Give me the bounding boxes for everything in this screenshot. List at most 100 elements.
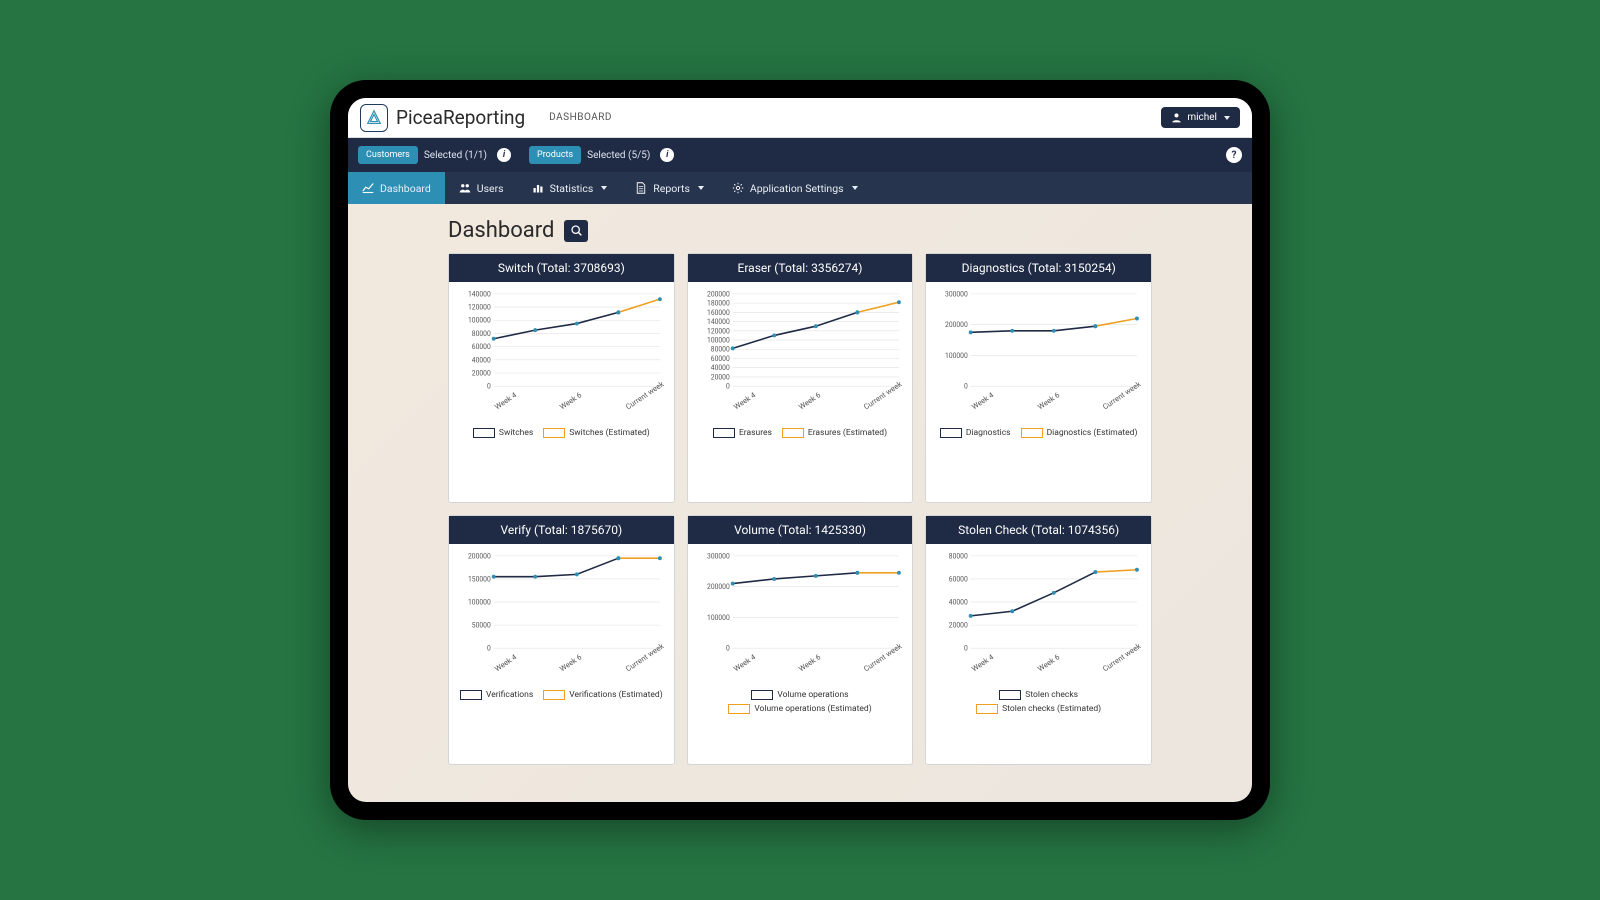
legend-item[interactable]: Erasures: [713, 428, 772, 438]
svg-text:100000: 100000: [468, 317, 491, 325]
card-title: Diagnostics (Total: 3150254): [926, 254, 1151, 282]
screen: PiceaReporting DASHBOARD michel Customer…: [348, 98, 1252, 802]
nav-label: Dashboard: [380, 182, 431, 195]
chart-legend: Volume operations Volume operations (Esti…: [694, 686, 907, 722]
svg-text:200000: 200000: [707, 290, 730, 298]
legend-label: Volume operations: [777, 690, 848, 700]
nav-label: Users: [477, 182, 504, 195]
chart-plot: 0200004000060000800001000001200001400001…: [694, 288, 907, 396]
svg-text:40000: 40000: [949, 598, 968, 606]
legend-label: Diagnostics (Estimated): [1047, 428, 1138, 438]
card-body: 0100000200000300000 Week 4 Week 6 Curren…: [926, 282, 1151, 502]
legend-item[interactable]: Diagnostics: [940, 428, 1011, 438]
chart-card: Stolen Check (Total: 1074356) 0200004000…: [925, 515, 1152, 765]
chart-legend: Erasures Erasures (Estimated): [694, 424, 907, 446]
chevron-down-icon: [1224, 116, 1230, 120]
card-title: Switch (Total: 3708693): [449, 254, 674, 282]
svg-text:300000: 300000: [707, 552, 730, 560]
legend-swatch: [460, 690, 482, 700]
legend-label: Switches (Estimated): [569, 428, 650, 438]
app-header: PiceaReporting DASHBOARD michel: [348, 98, 1252, 138]
chart-legend: Switches Switches (Estimated): [455, 424, 668, 446]
nav-app-settings[interactable]: Application Settings: [718, 172, 872, 204]
svg-text:20000: 20000: [472, 369, 491, 377]
dashboard-grid: Switch (Total: 3708693) 0 20000 40000 60000…: [448, 253, 1152, 765]
legend-label: Verifications: [486, 690, 533, 700]
chart-plot: 050000100000150000200000: [455, 550, 668, 658]
x-axis: Week 4 Week 6 Current week: [455, 658, 668, 686]
legend-item[interactable]: Switches (Estimated): [543, 428, 650, 438]
svg-text:0: 0: [487, 645, 491, 653]
info-icon[interactable]: i: [660, 148, 674, 162]
users-icon: [459, 182, 471, 194]
svg-text:80000: 80000: [710, 346, 729, 354]
chart-card: Verify (Total: 1875670) 0500001000001500…: [448, 515, 675, 765]
svg-text:60000: 60000: [949, 575, 968, 583]
svg-text:0: 0: [487, 383, 491, 391]
card-title: Stolen Check (Total: 1074356): [926, 516, 1151, 544]
app-logo: [360, 104, 388, 132]
svg-text:180000: 180000: [707, 300, 730, 308]
legend-label: Diagnostics: [966, 428, 1011, 438]
chart-plot: 020000400006000080000: [932, 550, 1145, 658]
svg-text:120000: 120000: [468, 303, 491, 311]
logo-icon: [365, 109, 383, 127]
svg-text:120000: 120000: [707, 327, 730, 335]
svg-text:80000: 80000: [949, 552, 968, 560]
legend-swatch: [1021, 428, 1043, 438]
products-chip[interactable]: Products: [529, 146, 581, 164]
legend-item[interactable]: Verifications: [460, 690, 533, 700]
chevron-down-icon: [601, 186, 607, 190]
document-icon: [635, 182, 647, 194]
main-nav: Dashboard Users Statistics Reports Appli…: [348, 172, 1252, 204]
chart-legend: Stolen checks Stolen checks (Estimated): [932, 686, 1145, 722]
chevron-down-icon: [852, 186, 858, 190]
user-name: michel: [1187, 112, 1217, 123]
chart-card: Volume (Total: 1425330) 0100000200000300…: [687, 515, 914, 765]
legend-item[interactable]: Verifications (Estimated): [543, 690, 662, 700]
nav-reports[interactable]: Reports: [621, 172, 718, 204]
info-icon[interactable]: i: [497, 148, 511, 162]
legend-item[interactable]: Stolen checks (Estimated): [976, 704, 1101, 714]
legend-item[interactable]: Diagnostics (Estimated): [1021, 428, 1138, 438]
legend-swatch: [713, 428, 735, 438]
svg-text:100000: 100000: [468, 598, 491, 606]
user-menu[interactable]: michel: [1161, 107, 1240, 128]
chart-plot: 020000400006000080000100000120000140000: [455, 288, 668, 396]
chart-legend: Diagnostics Diagnostics (Estimated): [932, 424, 1145, 446]
legend-item[interactable]: Volume operations (Estimated): [728, 704, 871, 714]
legend-item[interactable]: Stolen checks: [999, 690, 1078, 700]
chart-plot: 0100000200000300000: [932, 288, 1145, 396]
nav-dashboard[interactable]: Dashboard: [348, 172, 445, 204]
legend-swatch: [543, 690, 565, 700]
search-button[interactable]: [564, 220, 588, 242]
legend-swatch: [473, 428, 495, 438]
legend-label: Volume operations (Estimated): [754, 704, 871, 714]
card-title: Verify (Total: 1875670): [449, 516, 674, 544]
svg-text:0: 0: [726, 383, 730, 391]
svg-text:0: 0: [964, 645, 968, 653]
legend-swatch: [543, 428, 565, 438]
legend-item[interactable]: Erasures (Estimated): [782, 428, 887, 438]
chart-card: Diagnostics (Total: 3150254) 01000002000…: [925, 253, 1152, 503]
chart-plot: 0100000200000300000: [694, 550, 907, 658]
svg-text:300000: 300000: [945, 290, 968, 298]
customers-chip[interactable]: Customers: [358, 146, 418, 164]
legend-label: Stolen checks (Estimated): [1002, 704, 1101, 714]
svg-text:0: 0: [964, 383, 968, 391]
page-title: Dashboard: [448, 218, 554, 243]
card-body: 0100000200000300000 Week 4 Week 6 Curren…: [688, 544, 913, 764]
svg-text:200000: 200000: [468, 552, 491, 560]
nav-statistics[interactable]: Statistics: [518, 172, 622, 204]
legend-item[interactable]: Volume operations: [751, 690, 848, 700]
svg-text:0: 0: [726, 645, 730, 653]
chart-line-icon: [362, 182, 374, 194]
svg-text:20000: 20000: [710, 373, 729, 381]
nav-label: Statistics: [550, 182, 594, 195]
page-title-row: Dashboard: [448, 218, 1152, 243]
legend-swatch: [976, 704, 998, 714]
legend-item[interactable]: Switches: [473, 428, 533, 438]
svg-text:100000: 100000: [707, 336, 730, 344]
nav-users[interactable]: Users: [445, 172, 518, 204]
help-button[interactable]: ?: [1226, 147, 1242, 163]
